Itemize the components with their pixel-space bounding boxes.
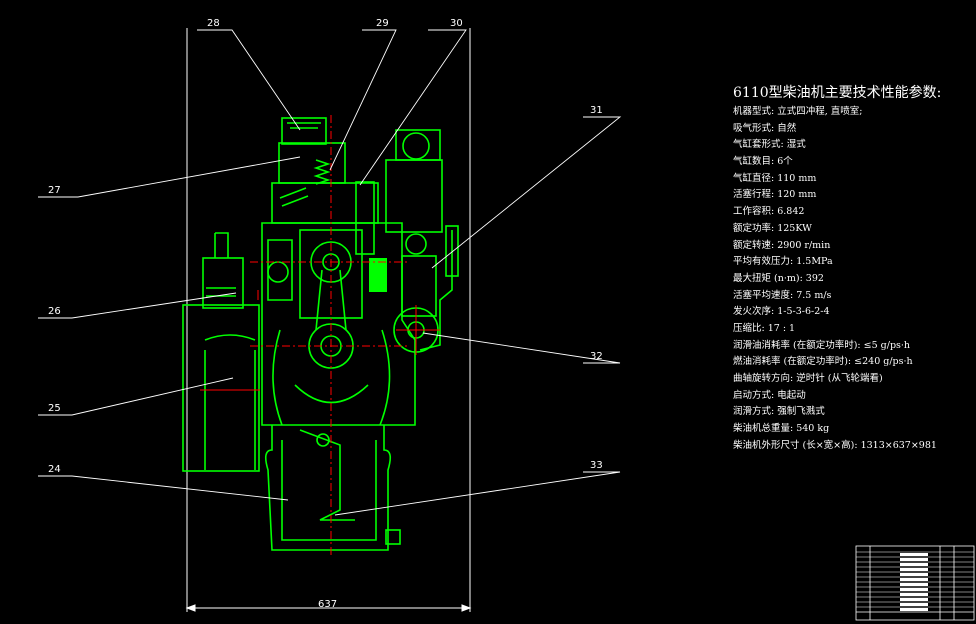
spec-item: 压缩比: 17 : 1 — [733, 322, 796, 334]
callout-29: 29 — [376, 18, 389, 29]
spec-item: 润滑方式: 强制飞溅式 — [733, 406, 825, 418]
cad-drawing-canvas: 637 28 29 30 27 31 26 32 25 24 33 6110型柴… — [0, 0, 976, 624]
spec-item: 柴油机总重量: 540 kg — [733, 423, 830, 435]
callout-numbers: 28 29 30 27 31 26 32 25 24 33 — [48, 18, 603, 475]
spec-item: 曲轴旋转方向: 逆时针 (从飞轮端看) — [733, 373, 883, 384]
spec-item: 发火次序: 1-5-3-6-2-4 — [733, 306, 830, 318]
title-block-rows — [856, 551, 974, 611]
spec-item: 机器型式: 立式四冲程, 直喷室; — [733, 106, 863, 117]
title-block-cell-text — [900, 578, 928, 581]
filter-element — [369, 258, 387, 292]
callout-25: 25 — [48, 403, 61, 414]
spec-item: 活塞行程: 120 mm — [733, 189, 817, 201]
spec-item: 气缸直径: 110 mm — [733, 172, 817, 184]
title-block-cell-text — [900, 583, 928, 586]
spec-item: 柴油机外形尺寸 (长×宽×高): 1313×637×981 — [733, 439, 937, 451]
spec-item: 气缸数目: 6个 — [733, 156, 793, 168]
title-block-cell-text — [900, 588, 928, 591]
callout-33: 33 — [590, 460, 603, 471]
engine-outline — [182, 117, 459, 551]
title-block-cell-text — [900, 593, 928, 596]
title-block-cell-text — [900, 603, 928, 606]
title-block-cell-text — [900, 568, 928, 571]
dimension-frame — [185, 28, 472, 612]
spec-title: 6110型柴油机主要技术性能参数: — [733, 85, 942, 101]
spec-item: 气缸套形式: 湿式 — [733, 139, 806, 151]
title-block-cell-text — [900, 608, 928, 611]
spec-item: 启动方式: 电起动 — [733, 389, 806, 401]
callout-32: 32 — [590, 351, 603, 362]
spec-item: 燃油消耗率 (在额定功率时): ≤240 g/ps·h — [733, 356, 913, 368]
spec-item: 吸气形式: 自然 — [733, 122, 797, 134]
spec-list: 机器型式: 立式四冲程, 直喷室; 吸气形式: 自然 气缸套形式: 湿式 气缸数目: … — [733, 104, 937, 454]
callout-24: 24 — [48, 464, 61, 475]
title-block-cell-text — [900, 573, 928, 576]
spec-item: 平均有效压力: 1.5MPa — [733, 256, 833, 268]
callout-30: 30 — [450, 18, 463, 29]
callout-28: 28 — [207, 18, 220, 29]
title-block-cell-text — [900, 563, 928, 566]
spec-item: 润滑油消耗率 (在额定功率时): ≤5 g/ps·h — [733, 339, 911, 351]
callout-26: 26 — [48, 306, 61, 317]
title-block-cell-text — [900, 553, 928, 556]
spec-item: 工作容积: 6.842 — [733, 206, 805, 218]
title-block-cell-text — [900, 598, 928, 601]
spec-item: 额定功率: 125KW — [733, 222, 812, 234]
spec-item: 最大扭矩 (n·m): 392 — [733, 272, 824, 284]
spec-item: 活塞平均速度: 7.5 m/s — [733, 289, 832, 301]
callout-31: 31 — [590, 105, 603, 116]
dimension-label: 637 — [318, 599, 337, 610]
title-block-cell-text — [900, 558, 928, 561]
spec-item: 额定转速: 2900 r/min — [733, 239, 831, 251]
callout-27: 27 — [48, 185, 61, 196]
